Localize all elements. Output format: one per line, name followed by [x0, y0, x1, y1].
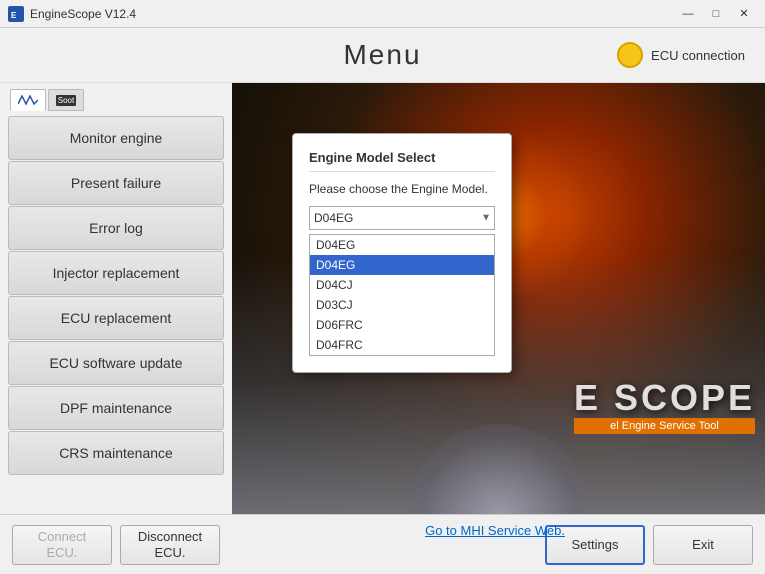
close-button[interactable]: ✕: [731, 4, 757, 24]
scope-brand-text: E SCOPE: [574, 380, 755, 416]
maximize-button[interactable]: □: [703, 4, 729, 24]
connect-ecu-label: ConnectECU.: [38, 529, 86, 560]
scope-subtitle: el Engine Service Tool: [574, 418, 755, 434]
sidebar: Soot Monitor engine Present failure Erro…: [0, 83, 232, 514]
engine-model-dialog: Engine Model Select Please choose the En…: [292, 133, 512, 373]
wave-icon: [18, 94, 38, 106]
dropdown-item-d06frc[interactable]: D06FRC: [310, 315, 494, 335]
dropdown-item-d04eg-1[interactable]: D04EG: [310, 235, 494, 255]
soot-label: Soot: [56, 95, 76, 106]
disconnect-ecu-button[interactable]: DisconnectECU.: [120, 525, 220, 565]
scope-text-overlay: E SCOPE el Engine Service Tool: [574, 380, 755, 434]
ecu-software-update-button[interactable]: ECU software update: [8, 341, 224, 385]
main-content: Soot Monitor engine Present failure Erro…: [0, 83, 765, 514]
svg-text:E: E: [11, 11, 17, 20]
tab-wave[interactable]: [10, 89, 46, 111]
error-log-button[interactable]: Error log: [8, 206, 224, 250]
footer: ConnectECU. DisconnectECU. Go to MHI Ser…: [0, 514, 765, 574]
sidebar-tabs: Soot: [8, 89, 224, 111]
mhi-service-link[interactable]: Go to MHI Service Web.: [425, 523, 565, 538]
app-icon: E: [8, 6, 24, 22]
window-controls: — □ ✕: [675, 4, 757, 24]
present-failure-button[interactable]: Present failure: [8, 161, 224, 205]
app-title: EngineScope V12.4: [30, 7, 675, 21]
dialog-prompt: Please choose the Engine Model.: [309, 182, 495, 196]
injector-replacement-button[interactable]: Injector replacement: [8, 251, 224, 295]
dropdown-list: D04EG D04EG D04CJ D03CJ D06FRC D04FRC: [309, 234, 495, 356]
titlebar: E EngineScope V12.4 — □ ✕: [0, 0, 765, 28]
dropdown-item-d03cj[interactable]: D03CJ: [310, 295, 494, 315]
dialog-title: Engine Model Select: [309, 150, 495, 172]
exit-button[interactable]: Exit: [653, 525, 753, 565]
page-title: Menu: [343, 39, 421, 71]
ecu-status-light: [617, 42, 643, 68]
dropdown-item-d04cj[interactable]: D04CJ: [310, 275, 494, 295]
connect-ecu-button[interactable]: ConnectECU.: [12, 525, 112, 565]
engine-model-select-wrapper: D04EG ▼: [309, 206, 495, 230]
dpf-maintenance-button[interactable]: DPF maintenance: [8, 386, 224, 430]
ecu-replacement-button[interactable]: ECU replacement: [8, 296, 224, 340]
engine-image-area: E SCOPE el Engine Service Tool Engine Mo…: [232, 83, 765, 514]
settings-label: Settings: [572, 537, 619, 553]
app-header: Menu ECU connection: [0, 28, 765, 83]
tab-soot[interactable]: Soot: [48, 89, 84, 111]
exit-label: Exit: [692, 537, 714, 553]
footer-buttons: ConnectECU. DisconnectECU. Go to MHI Ser…: [12, 525, 753, 565]
ecu-connection-label: ECU connection: [651, 48, 745, 63]
dropdown-item-d04eg-2[interactable]: D04EG: [310, 255, 494, 275]
monitor-engine-button[interactable]: Monitor engine: [8, 116, 224, 160]
engine-model-select[interactable]: D04EG: [309, 206, 495, 230]
ecu-connection-indicator: ECU connection: [617, 42, 745, 68]
crs-maintenance-button[interactable]: CRS maintenance: [8, 431, 224, 475]
dropdown-item-d04frc[interactable]: D04FRC: [310, 335, 494, 355]
minimize-button[interactable]: —: [675, 4, 701, 24]
disconnect-ecu-label: DisconnectECU.: [138, 529, 202, 560]
